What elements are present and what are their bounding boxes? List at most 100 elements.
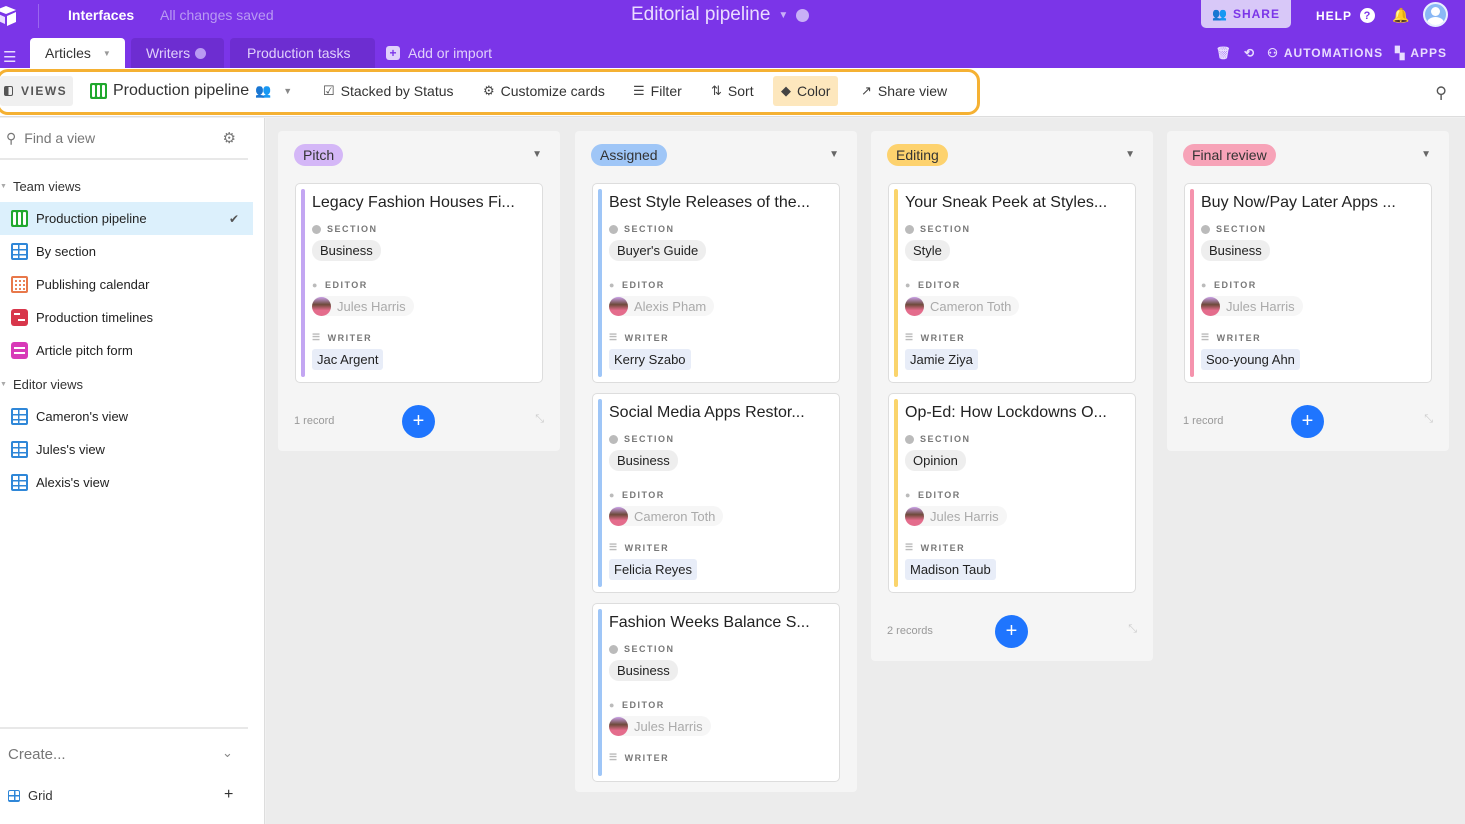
plus-icon[interactable]: + xyxy=(224,786,233,804)
collapse-icon[interactable]: ⤡ xyxy=(1424,413,1433,426)
menu-icon[interactable]: ☰ xyxy=(3,48,16,66)
record-card[interactable]: Legacy Fashion Houses Fi... SECTION Busi… xyxy=(295,183,543,383)
info-icon[interactable] xyxy=(796,8,810,22)
chevron-down-icon[interactable]: ▼ xyxy=(1125,149,1135,160)
sidebar-item-article-pitch-form[interactable]: Article pitch form xyxy=(0,334,253,367)
editor-name: Jules Harris xyxy=(634,718,703,734)
sidebar-item-production-timelines[interactable]: Production timelines xyxy=(0,301,253,334)
current-view-menu[interactable]: Production pipeline 👥 ▼ xyxy=(90,76,292,106)
search-icon: ⚲ xyxy=(6,129,17,146)
record-card[interactable]: Fashion Weeks Balance S... SECTION Busin… xyxy=(592,603,840,782)
add-or-import-button[interactable]: + Add or import xyxy=(386,38,492,68)
kanban-board: Pitch ▼ Legacy Fashion Houses Fi... SECT… xyxy=(266,118,1465,824)
gear-icon: ⚙ xyxy=(483,83,495,98)
record-card[interactable]: Best Style Releases of the... SECTION Bu… xyxy=(592,183,840,383)
interfaces-link[interactable]: Interfaces xyxy=(68,7,134,23)
views-toggle-button[interactable]: VIEWS xyxy=(0,76,73,106)
help-button[interactable]: HELP ? xyxy=(1316,8,1376,23)
customize-cards-button[interactable]: ⚙ Customize cards xyxy=(483,76,605,106)
writer-pill[interactable]: Madison Taub xyxy=(905,559,996,580)
sort-button[interactable]: ⇅ Sort xyxy=(711,76,754,106)
label-text: SECTION xyxy=(624,644,675,654)
create-grid-view[interactable]: Grid xyxy=(8,788,53,803)
stacked-by-button[interactable]: ☑ Stacked by Status xyxy=(323,76,454,106)
add-record-button[interactable]: + xyxy=(402,405,435,438)
gear-icon[interactable]: ⚙ xyxy=(223,129,236,147)
filter-label: Filter xyxy=(650,83,682,99)
record-card[interactable]: Buy Now/Pay Later Apps ... SECTION Busin… xyxy=(1184,183,1432,383)
group-editor-views[interactable]: ▼ Editor views xyxy=(0,377,83,392)
tab-production-tasks[interactable]: Production tasks xyxy=(230,38,375,68)
column-footer: 2 records + ⤡ xyxy=(871,603,1153,661)
linked-record-icon: ☰ xyxy=(312,332,322,342)
sidebar-item-by-section[interactable]: By section xyxy=(0,235,253,268)
history-icon[interactable]: ⟲ xyxy=(1244,46,1255,60)
editor-pill: Jules Harris xyxy=(905,506,1007,526)
record-card[interactable]: Your Sneak Peek at Styles... SECTION Sty… xyxy=(888,183,1136,383)
collapse-icon[interactable]: ⤡ xyxy=(535,413,544,426)
writer-pill[interactable]: Jac Argent xyxy=(312,349,384,370)
sidebar-item-production-pipeline[interactable]: Production pipeline ✔ xyxy=(0,202,253,235)
status-badge[interactable]: Pitch xyxy=(294,144,344,166)
tab-articles[interactable]: Articles ▼ xyxy=(30,38,125,68)
person-icon: ● xyxy=(609,280,616,290)
writer-pill[interactable]: Kerry Szabo xyxy=(609,349,691,370)
field-label-writer: ☰ WRITER xyxy=(1201,332,1421,343)
column-header: Final review ▼ xyxy=(1167,131,1449,179)
sidebar-item-alexiss-view[interactable]: Alexis's view xyxy=(0,466,253,499)
share-button[interactable]: 👥 SHARE xyxy=(1201,0,1291,28)
sidebar-item-juless-view[interactable]: Jules's view xyxy=(0,433,253,466)
filter-button[interactable]: ☰ Filter xyxy=(633,76,682,106)
status-badge[interactable]: Final review xyxy=(1183,144,1276,166)
find-view-input[interactable]: Find a view xyxy=(24,130,95,146)
tab-label: Articles xyxy=(45,45,91,61)
record-card[interactable]: Social Media Apps Restor... SECTION Busi… xyxy=(592,393,840,593)
notifications-bell-icon[interactable]: 🔔 xyxy=(1392,7,1409,24)
chevron-down-icon[interactable]: ⌄ xyxy=(222,745,233,761)
editor-pill: Jules Harris xyxy=(312,296,414,316)
plus-icon: + xyxy=(386,46,400,60)
base-title-text: Editorial pipeline xyxy=(631,4,771,25)
sidebar-item-camerons-view[interactable]: Cameron's view xyxy=(0,400,253,433)
create-view-label[interactable]: Create... xyxy=(8,746,66,763)
editor-pill: Cameron Toth xyxy=(609,506,724,526)
record-card[interactable]: Op-Ed: How Lockdowns O... SECTION Opinio… xyxy=(888,393,1136,593)
tab-writers[interactable]: Writers xyxy=(131,38,224,68)
user-avatar[interactable] xyxy=(1423,2,1448,27)
apps-button[interactable]: ▚ APPS xyxy=(1395,46,1447,60)
collapse-icon[interactable]: ⤡ xyxy=(1128,623,1137,636)
single-select-icon xyxy=(609,644,618,654)
field-label-editor: ● EDITOR xyxy=(609,490,829,500)
status-badge[interactable]: Editing xyxy=(887,144,948,166)
single-select-icon xyxy=(609,224,618,234)
writer-pill[interactable]: Jamie Ziya xyxy=(905,349,978,370)
airtable-logo-icon[interactable] xyxy=(0,4,22,26)
chevron-down-icon[interactable]: ▼ xyxy=(829,149,839,160)
chevron-down-icon[interactable]: ▼ xyxy=(532,149,542,160)
editor-avatar xyxy=(312,296,331,316)
writer-pill[interactable]: Soo-young Ahn xyxy=(1201,349,1300,370)
group-label: Editor views xyxy=(12,377,84,392)
status-badge[interactable]: Assigned xyxy=(591,144,667,166)
group-team-views[interactable]: ▼ Team views xyxy=(0,179,81,194)
section-pill: Style xyxy=(905,240,950,261)
find-view-search[interactable]: ⚲ Find a view ⚙ xyxy=(0,118,248,160)
single-select-icon xyxy=(1201,224,1210,234)
chevron-down-icon[interactable]: ▼ xyxy=(103,49,111,58)
base-title[interactable]: Editorial pipeline ▼ xyxy=(631,4,810,26)
writer-pill[interactable]: Felicia Reyes xyxy=(609,559,698,580)
sidebar-item-label: Cameron's view xyxy=(36,409,129,424)
share-view-button[interactable]: ↗ Share view xyxy=(861,76,947,106)
sidebar-item-publishing-calendar[interactable]: Publishing calendar xyxy=(0,268,253,301)
trash-icon[interactable]: 🗑 xyxy=(1216,46,1232,60)
chevron-down-icon[interactable]: ▼ xyxy=(1421,149,1431,160)
add-record-button[interactable]: + xyxy=(1291,405,1324,438)
field-label-section: SECTION xyxy=(1201,224,1421,234)
chevron-down-icon: ▼ xyxy=(778,9,789,21)
automations-button[interactable]: ⚇ AUTOMATIONS xyxy=(1267,46,1383,60)
add-record-button[interactable]: + xyxy=(995,615,1028,648)
search-icon[interactable]: ⚲ xyxy=(1435,83,1447,103)
editor-name: Jules Harris xyxy=(930,508,999,524)
sidebar-toggle-icon xyxy=(4,86,13,96)
color-button[interactable]: ◆ Color xyxy=(773,76,839,106)
